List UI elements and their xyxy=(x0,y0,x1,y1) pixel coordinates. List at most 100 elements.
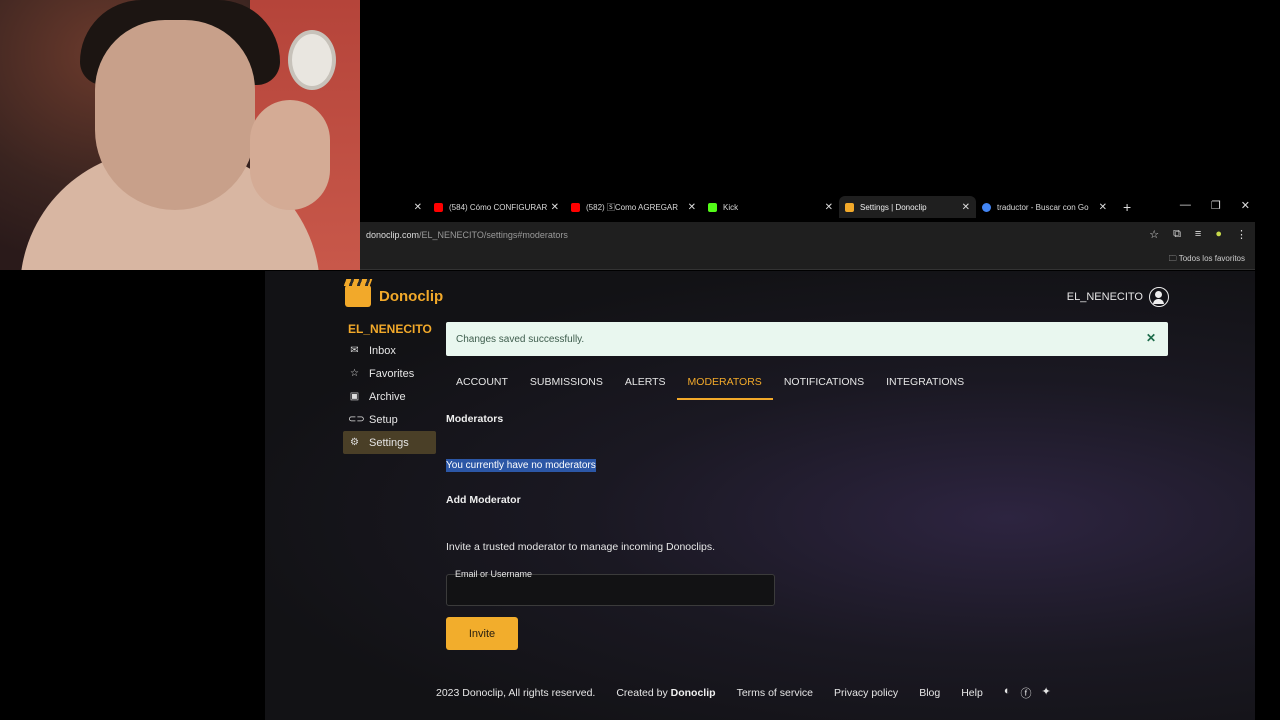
footer-credit: Created by Donoclip xyxy=(616,687,715,699)
bookmarks-folder-label: Todos los favoritos xyxy=(1178,254,1245,263)
sidebar-item-inbox[interactable]: ✉ Inbox xyxy=(343,339,436,362)
inbox-icon: ✉ xyxy=(350,345,359,356)
all-bookmarks-folder[interactable]: 🗀 Todos los favoritos xyxy=(1169,253,1245,267)
header-username: EL_NENECITO xyxy=(1066,291,1143,303)
twitter-icon[interactable]: ✦ xyxy=(1041,685,1050,701)
star-icon: ☆ xyxy=(350,368,359,379)
browser-tab[interactable]: traductor - Buscar con Go ✕ xyxy=(976,196,1113,218)
extensions-icon[interactable]: ⧉ xyxy=(1173,228,1181,241)
browser-tab[interactable]: Kick ✕ xyxy=(702,196,839,218)
tab-integrations[interactable]: INTEGRATIONS xyxy=(875,369,975,400)
new-tab-button[interactable]: + xyxy=(1123,199,1131,215)
url-text[interactable]: donoclip.com/EL_NENECITO/settings#modera… xyxy=(366,230,568,240)
close-window-icon[interactable]: ✕ xyxy=(1241,199,1250,212)
profile-avatar-icon[interactable]: ● xyxy=(1215,228,1222,241)
youtube-favicon-icon xyxy=(434,202,443,212)
tab-title: Kick xyxy=(723,202,739,212)
browser-tab-active[interactable]: Settings | Donoclip ✕ xyxy=(839,196,976,218)
url-path: /EL_NENECITO/settings#moderators xyxy=(419,230,568,240)
close-tab-icon[interactable]: ✕ xyxy=(688,202,696,213)
close-alert-icon[interactable]: ✕ xyxy=(1146,331,1156,345)
email-username-input[interactable] xyxy=(447,575,774,605)
webcam-wall-emblem xyxy=(288,30,336,90)
brand-name: Donoclip xyxy=(379,287,444,305)
sidebar-item-label: Inbox xyxy=(369,344,396,357)
sidebar-item-label: Favorites xyxy=(369,367,415,380)
discord-icon[interactable]: ◐ xyxy=(1004,685,1011,701)
address-bar[interactable]: donoclip.com/EL_NENECITO/settings#modera… xyxy=(360,222,1255,248)
settings-tabs: ACCOUNT SUBMISSIONS ALERTS MODERATORS NO… xyxy=(446,369,975,401)
link-icon: ⊂⊃ xyxy=(348,414,365,425)
moderators-heading: Moderators xyxy=(446,413,504,425)
donoclip-favicon-icon xyxy=(845,202,854,212)
close-tab-icon[interactable]: ✕ xyxy=(551,202,559,213)
add-moderator-description: Invite a trusted moderator to manage inc… xyxy=(446,541,716,553)
webcam-person-hand xyxy=(250,100,330,210)
tab-title: (582) 🅂Como AGREGAR xyxy=(586,202,679,212)
sidebar-nav: ✉ Inbox ☆ Favorites ▣ Archive ⊂⊃ Setup ⚙… xyxy=(343,339,436,454)
footer-copyright: 2023 Donoclip, All rights reserved. xyxy=(436,687,596,699)
sidebar-item-settings[interactable]: ⚙ Settings xyxy=(343,431,436,454)
close-tab-icon[interactable]: ✕ xyxy=(962,202,970,213)
bookmark-star-icon[interactable]: ☆ xyxy=(1149,228,1159,241)
archive-icon: ▣ xyxy=(349,391,360,402)
terms-link[interactable]: Terms of service xyxy=(737,687,813,699)
tab-title: Settings | Donoclip xyxy=(860,202,927,212)
invite-button[interactable]: Invite xyxy=(446,617,518,650)
window-controls: — ❐ ✕ xyxy=(1180,199,1250,212)
tab-notifications[interactable]: NOTIFICATIONS xyxy=(773,369,875,400)
url-domain: donoclip.com xyxy=(366,230,420,240)
gear-icon: ⚙ xyxy=(350,437,359,448)
social-links: ◐ ⓕ ✦ xyxy=(1004,685,1051,701)
minimize-icon[interactable]: — xyxy=(1180,199,1191,212)
browser-tab[interactable]: (584) Cómo CONFIGURAR ✕ xyxy=(428,196,565,218)
tab-moderators[interactable]: MODERATORS xyxy=(676,369,773,400)
close-tab-icon[interactable]: ✕ xyxy=(414,202,422,213)
bookmarks-bar: 🗀 Todos los favoritos xyxy=(360,248,1255,270)
screen: ✕ (584) Cómo CONFIGURAR ✕ (582) 🅂Como AG… xyxy=(0,0,1280,720)
facebook-icon[interactable]: ⓕ xyxy=(1020,685,1031,701)
restore-icon[interactable]: ❐ xyxy=(1211,199,1221,212)
clapperboard-icon xyxy=(345,285,371,307)
sidebar-item-label: Archive xyxy=(369,390,406,403)
sidebar-username: EL_NENECITO xyxy=(348,322,432,336)
google-favicon-icon xyxy=(982,202,991,212)
email-username-field: Email or Username xyxy=(446,569,775,606)
tab-submissions[interactable]: SUBMISSIONS xyxy=(519,369,614,400)
close-tab-icon[interactable]: ✕ xyxy=(825,202,833,213)
blog-link[interactable]: Blog xyxy=(919,687,940,699)
sidebar-item-label: Settings xyxy=(369,436,409,449)
sidebar-item-label: Setup xyxy=(369,413,398,426)
tab-title: (584) Cómo CONFIGURAR xyxy=(449,202,547,212)
alert-message: Changes saved successfully. xyxy=(456,333,585,345)
folder-icon: 🗀 xyxy=(1168,254,1179,263)
kick-favicon-icon xyxy=(708,202,717,212)
sidebar-item-archive[interactable]: ▣ Archive xyxy=(343,385,436,408)
add-moderator-heading: Add Moderator xyxy=(446,494,521,506)
tab-title: traductor - Buscar con Go xyxy=(997,202,1089,212)
user-avatar-icon xyxy=(1149,287,1169,307)
tab-alerts[interactable]: ALERTS xyxy=(614,369,677,400)
email-username-label: Email or Username xyxy=(455,569,533,579)
sidebar-item-favorites[interactable]: ☆ Favorites xyxy=(343,362,436,385)
site-logo[interactable]: Donoclip xyxy=(345,285,443,307)
user-menu[interactable]: EL_NENECITO xyxy=(1067,287,1169,307)
webcam-person-face xyxy=(95,20,255,210)
media-control-icon[interactable]: ≡ xyxy=(1195,228,1201,241)
close-tab-icon[interactable]: ✕ xyxy=(1099,202,1107,213)
privacy-link[interactable]: Privacy policy xyxy=(834,687,898,699)
footer-brand-link[interactable]: Donoclip xyxy=(671,687,716,699)
donoclip-page: Donoclip EL_NENECITO EL_NENECITO ✉ Inbox… xyxy=(265,271,1255,720)
no-moderators-text: You currently have no moderators xyxy=(446,459,596,472)
youtube-favicon-icon xyxy=(571,202,580,212)
toolbar-icons: ☆ ⧉ ≡ ● ⋮ xyxy=(1149,228,1247,241)
browser-tabstrip: ✕ (584) Cómo CONFIGURAR ✕ (582) 🅂Como AG… xyxy=(360,196,1260,218)
success-alert: Changes saved successfully. ✕ xyxy=(446,322,1168,356)
tab-account[interactable]: ACCOUNT xyxy=(446,369,519,400)
browser-tab[interactable]: ✕ xyxy=(360,196,428,218)
sidebar-item-setup[interactable]: ⊂⊃ Setup xyxy=(343,408,436,431)
browser-tab[interactable]: (582) 🅂Como AGREGAR ✕ xyxy=(565,196,702,218)
footer: 2023 Donoclip, All rights reserved. Crea… xyxy=(436,685,1051,701)
help-link[interactable]: Help xyxy=(961,687,983,699)
menu-kebab-icon[interactable]: ⋮ xyxy=(1236,228,1247,241)
